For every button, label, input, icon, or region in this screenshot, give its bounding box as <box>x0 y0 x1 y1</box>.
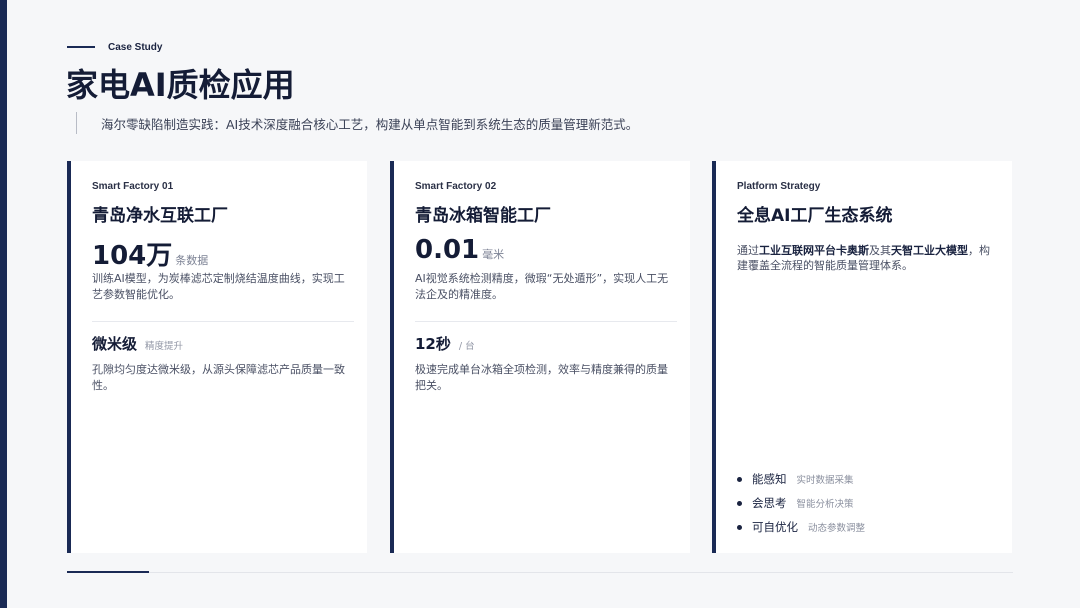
bullet-dot-icon <box>737 500 742 506</box>
subtitle-block: 海尔零缺陷制造实践：AI技术深度融合核心工艺，构建从单点智能到系统生态的质量管理… <box>76 112 638 134</box>
card-metric: 104万 条数据 <box>92 235 208 272</box>
card-divider <box>92 321 354 322</box>
card-description: 通过工业互联网平台卡奥斯及其天智工业大模型，构建覆盖全流程的智能质量管理体系。 <box>737 243 999 273</box>
desc-text: 通过 <box>737 244 759 257</box>
card-title: 全息AI工厂生态系统 <box>737 206 893 226</box>
card-label: Smart Factory 01 <box>92 181 174 192</box>
bullet-dot-icon <box>737 476 742 482</box>
eyebrow: Case Study <box>67 39 162 55</box>
card-smart-factory-01: Smart Factory 01 青岛净水互联工厂 104万 条数据 训练AI模… <box>67 161 367 553</box>
metric-unit: 条数据 <box>175 254 209 267</box>
metric-unit: 毫米 <box>482 248 505 261</box>
list-item: 会思考 智能分析决策 <box>737 491 865 515</box>
bullet-dot-icon <box>737 524 742 530</box>
bullet-sublabel: 实时数据采集 <box>796 475 854 486</box>
card-platform-strategy: Platform Strategy 全息AI工厂生态系统 通过工业互联网平台卡奥… <box>712 161 1012 553</box>
desc-highlight-platform: 工业互联网平台卡奥斯 <box>759 244 869 257</box>
card-description-secondary: 极速完成单台冰箱全项检测，效率与精度兼得的质量把关。 <box>415 363 668 392</box>
card-title: 青岛净水互联工厂 <box>92 206 228 226</box>
desc-highlight-model: 天智工业大模型 <box>891 244 968 257</box>
left-accent-bar <box>0 0 7 608</box>
card-metric-secondary: 12秒 / 台 <box>415 333 475 354</box>
desc-text: 及其 <box>869 244 891 257</box>
bullet-label: 会思考 <box>752 496 787 510</box>
card-description-secondary: 孔隙均匀度达微米级，从源头保障滤芯产品质量一致性。 <box>92 363 345 392</box>
bullet-sublabel: 动态参数调整 <box>808 523 866 534</box>
bullet-label: 能感知 <box>752 472 787 486</box>
page-subtitle: 海尔零缺陷制造实践：AI技术深度融合核心工艺，构建从单点智能到系统生态的质量管理… <box>101 116 639 132</box>
card-label: Smart Factory 02 <box>415 181 497 192</box>
list-item: 可自优化 动态参数调整 <box>737 515 865 539</box>
capability-list: 能感知 实时数据采集 会思考 智能分析决策 可自优化 动态参数调整 <box>737 467 865 539</box>
list-item: 能感知 实时数据采集 <box>737 467 865 491</box>
metric2-value: 12秒 <box>415 335 451 353</box>
metric-value: 104万 <box>92 241 173 271</box>
eyebrow-text: Case Study <box>108 41 163 53</box>
card-metric: 0.01 毫米 <box>415 235 504 265</box>
eyebrow-line <box>67 46 95 48</box>
metric-value: 0.01 <box>415 235 480 265</box>
bullet-label: 可自优化 <box>752 520 798 534</box>
card-label: Platform Strategy <box>737 181 821 192</box>
footer-rule <box>67 572 1013 573</box>
metric2-unit: 精度提升 <box>145 341 184 352</box>
card-metric-secondary: 微米级 精度提升 <box>92 333 183 354</box>
page-title: 家电AI质检应用 <box>66 66 295 104</box>
card-divider <box>415 321 677 322</box>
card-description: 训练AI模型，为炭棒滤芯定制烧结温度曲线，实现工艺参数智能优化。 <box>92 272 345 301</box>
bullet-sublabel: 智能分析决策 <box>796 499 854 510</box>
card-smart-factory-02: Smart Factory 02 青岛冰箱智能工厂 0.01 毫米 AI视觉系统… <box>390 161 690 553</box>
footer-accent-line <box>67 571 149 573</box>
metric2-value: 微米级 <box>92 335 138 353</box>
card-title: 青岛冰箱智能工厂 <box>415 206 551 226</box>
card-description: AI视觉系统检测精度，微瑕“无处遁形”，实现人工无法企及的精准度。 <box>415 272 669 301</box>
metric2-unit: / 台 <box>458 341 475 352</box>
